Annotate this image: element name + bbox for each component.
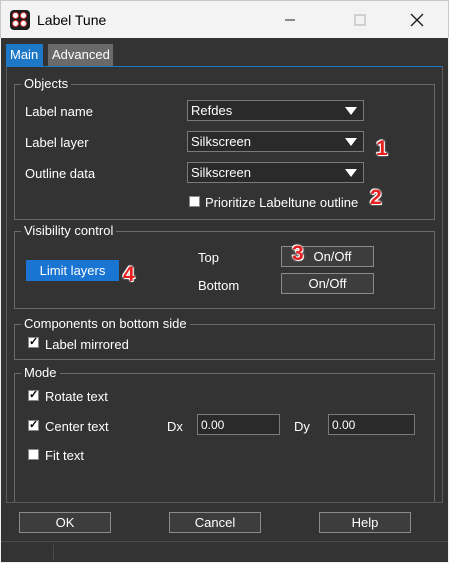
fit-text-label: Fit text	[45, 448, 85, 463]
main-tab-panel: Objects Label name Refdes Label layer Si…	[6, 66, 443, 503]
center-text-checkbox[interactable]: ✓	[28, 420, 39, 431]
label-name-select[interactable]: Refdes	[187, 100, 364, 121]
center-text-label: Center text	[45, 419, 109, 434]
bottom-label: Bottom	[198, 278, 240, 293]
ok-button[interactable]: OK	[19, 512, 111, 533]
maximize-button[interactable]	[337, 1, 383, 39]
label-mirrored-label: Label mirrored	[45, 337, 129, 352]
rotate-text-label: Rotate text	[45, 389, 108, 404]
outline-data-select[interactable]: Silkscreen	[187, 162, 364, 183]
tab-main[interactable]: Main	[6, 44, 43, 66]
dy-input[interactable]: 0.00	[328, 414, 415, 435]
chevron-down-icon	[345, 169, 357, 177]
fit-text-checkbox[interactable]	[28, 449, 39, 460]
prioritize-outline-checkbox[interactable]	[189, 196, 200, 207]
annotation-4: 4	[123, 263, 135, 286]
label-name-value: Refdes	[191, 103, 233, 118]
prioritize-outline-label: Prioritize Labeltune outline	[205, 195, 359, 210]
visibility-group-title: Visibility control	[21, 223, 117, 238]
title-bar: Label Tune	[0, 0, 449, 38]
label-name-label: Label name	[25, 104, 93, 119]
limit-layers-button[interactable]: Limit layers	[26, 260, 119, 281]
chevron-down-icon	[345, 138, 357, 146]
outline-data-value: Silkscreen	[191, 165, 251, 180]
close-icon	[410, 13, 424, 27]
mode-group-title: Mode	[21, 365, 60, 380]
window-title: Label Tune	[37, 12, 107, 28]
dx-input[interactable]: 0.00	[197, 414, 280, 435]
objects-group-title: Objects	[21, 76, 72, 91]
top-onoff-label: On/Off	[313, 249, 352, 264]
minimize-icon	[285, 19, 295, 21]
dx-label: Dx	[167, 419, 183, 434]
dy-label: Dy	[294, 419, 310, 434]
annotation-2: 2	[370, 186, 382, 209]
annotation-3: 3	[292, 242, 304, 265]
label-mirrored-checkbox[interactable]: ✓	[28, 337, 39, 348]
tab-advanced[interactable]: Advanced	[48, 44, 113, 66]
cancel-button[interactable]: Cancel	[169, 512, 261, 533]
help-button[interactable]: Help	[319, 512, 411, 533]
dialog-body: Main Advanced Objects Label name Refdes …	[1, 38, 448, 562]
label-layer-select[interactable]: Silkscreen	[187, 131, 364, 152]
rotate-text-checkbox[interactable]: ✓	[28, 390, 39, 401]
chevron-down-icon	[345, 107, 357, 115]
status-bar	[1, 541, 448, 562]
bottom-side-group-title: Components on bottom side	[21, 316, 190, 331]
minimize-button[interactable]	[267, 1, 313, 39]
top-label: Top	[198, 250, 219, 265]
label-layer-label: Label layer	[25, 135, 89, 150]
maximize-icon	[354, 14, 366, 26]
app-icon	[10, 10, 30, 30]
outline-data-label: Outline data	[25, 166, 96, 181]
bottom-onoff-button[interactable]: On/Off	[281, 273, 374, 294]
annotation-1: 1	[376, 137, 388, 160]
status-divider	[53, 545, 54, 560]
close-button[interactable]	[394, 1, 440, 39]
label-layer-value: Silkscreen	[191, 134, 251, 149]
